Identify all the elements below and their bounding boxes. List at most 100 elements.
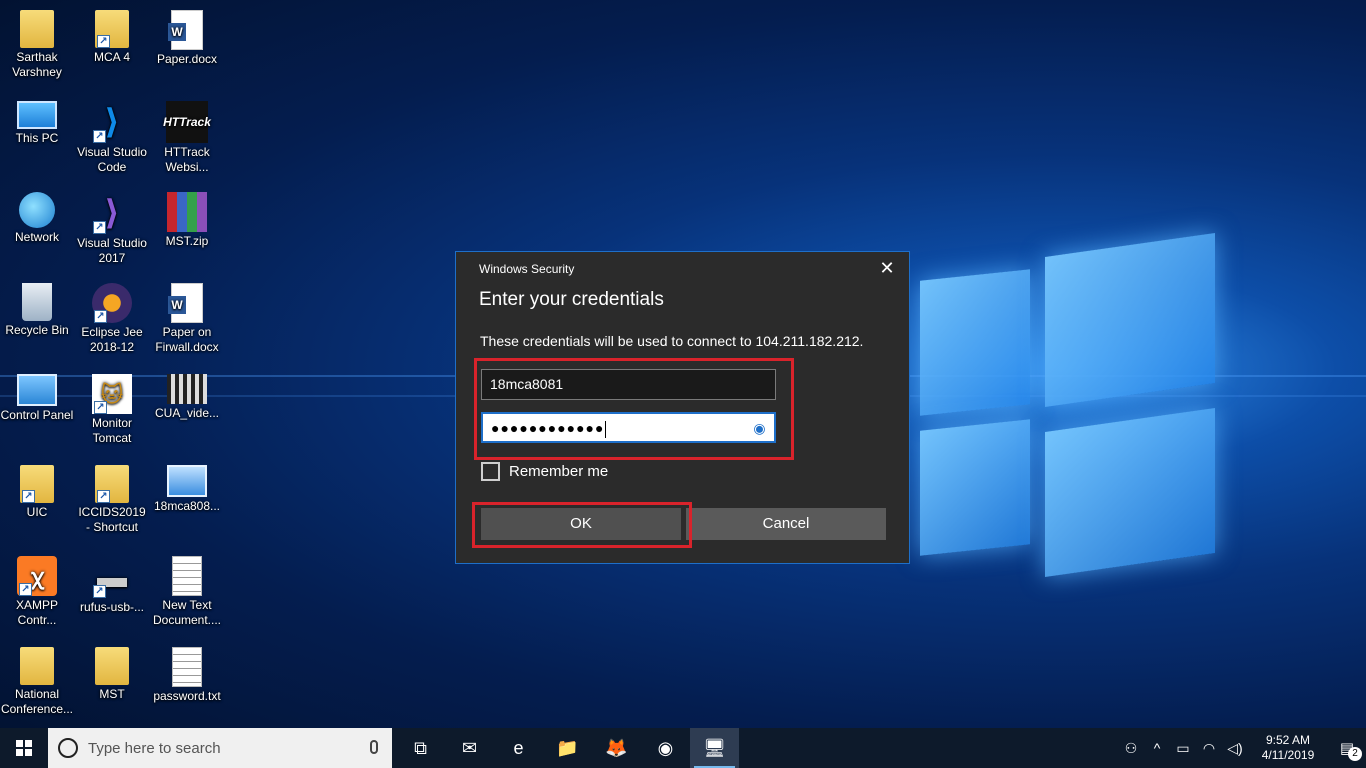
desktop-icon-label: Monitor Tomcat [91, 416, 132, 445]
volume-icon[interactable]: ◁) [1222, 740, 1248, 757]
desktop-icon-label: MST.zip [165, 234, 209, 248]
remember-me-checkbox[interactable] [481, 462, 500, 481]
shortcut-arrow-icon: ↗ [93, 585, 106, 598]
shortcut-arrow-icon: ↗ [93, 221, 106, 234]
shortcut-arrow-icon: ↗ [19, 583, 32, 596]
microphone-icon[interactable] [370, 740, 378, 754]
desktop-icon-label: Control Panel [0, 408, 74, 422]
folder-icon [20, 647, 54, 685]
wifi-icon[interactable]: ◠ [1196, 740, 1222, 757]
visual-studio-icon: ⟩ ↗ [91, 192, 133, 234]
dialog-caption: Windows Security [479, 262, 575, 276]
cancel-button[interactable]: Cancel [686, 508, 886, 540]
desktop-icon-label: rufus-usb-... [79, 600, 145, 614]
remote-desktop-file-icon [167, 465, 207, 497]
desktop-icon-label: Recycle Bin [5, 323, 69, 337]
shortcut-arrow-icon: ↗ [22, 490, 35, 503]
video-file-icon [167, 374, 207, 404]
folder-shortcut-icon: ↗ [95, 10, 129, 48]
action-center-icon[interactable]: ▤ 2 [1328, 739, 1366, 761]
desktop-icon[interactable]: Sarthak Varshney [0, 10, 74, 80]
search-placeholder: Type here to search [88, 739, 221, 757]
show-hidden-icons-chevron-icon[interactable]: ^ [1144, 740, 1170, 756]
desktop-icon[interactable]: password.txt [150, 647, 224, 704]
edge-icon[interactable]: e [494, 728, 543, 768]
start-button[interactable] [0, 728, 48, 768]
httrack-icon: HTTrack [163, 101, 211, 143]
taskbar-search-box[interactable]: Type here to search [48, 728, 392, 768]
remote-desktop-icon[interactable]: 🖥 [690, 728, 739, 768]
desktop-icon-label: Paper on Firwall.docx [155, 325, 219, 354]
username-field[interactable]: 18mca8081 [481, 369, 776, 400]
battery-icon[interactable]: ▭ [1170, 740, 1196, 757]
firefox-icon[interactable]: 🦊 [592, 728, 641, 768]
desktop-icon-label: CUA_vide... [154, 406, 220, 420]
ok-button[interactable]: OK [481, 508, 681, 540]
password-masked-value: ●●●●●●●●●●●● [491, 420, 605, 436]
password-field[interactable]: ●●●●●●●●●●●● ◉ [481, 412, 776, 443]
windows-security-dialog: Windows Security ✕ Enter your credential… [455, 251, 910, 564]
usb-drive-icon: ▬ ↗ [91, 556, 133, 598]
desktop-icon[interactable]: ↗ UIC [0, 465, 74, 520]
clock-time: 9:52 AM [1265, 733, 1311, 747]
desktop-icon[interactable]: New Text Document.... [150, 556, 224, 628]
chrome-icon[interactable]: ◉ [641, 728, 690, 768]
desktop-icon[interactable]: ꭓ ↗ XAMPP Contr... [0, 556, 74, 628]
desktop-icon-label: This PC [15, 131, 59, 145]
desktop-icon[interactable]: ↗ Eclipse Jee 2018-12 [75, 283, 149, 355]
shortcut-arrow-icon: ↗ [94, 401, 107, 414]
tomcat-icon: 🐱 ↗ [92, 374, 132, 414]
word-doc-icon [168, 10, 203, 50]
text-file-icon [172, 647, 202, 687]
clock-date: 4/11/2019 [1261, 748, 1315, 762]
desktop-icon[interactable]: Paper.docx [150, 10, 224, 67]
task-view-icon[interactable]: ⧉ [396, 728, 445, 768]
chrome-folder-shortcut-icon: ↗ [95, 465, 129, 503]
desktop-icon-label: HTTrack Websi... [164, 145, 210, 174]
desktop-icon[interactable]: CUA_vide... [150, 374, 224, 421]
desktop-icon[interactable]: Paper on Firwall.docx [150, 283, 224, 355]
desktop-icon-label: XAMPP Contr... [15, 598, 58, 627]
desktop-icon[interactable]: This PC [0, 101, 74, 146]
desktop-icon-label: Visual Studio Code [77, 145, 147, 174]
close-icon[interactable]: ✕ [877, 258, 897, 278]
reveal-password-eye-icon[interactable]: ◉ [752, 420, 768, 436]
remember-me-option[interactable]: Remember me [481, 462, 608, 481]
mail-icon[interactable]: ✉ [445, 728, 494, 768]
desktop-icon[interactable]: MST [75, 647, 149, 702]
shortcut-arrow-icon: ↗ [97, 490, 110, 503]
desktop-icon[interactable]: 18mca808... [150, 465, 224, 514]
desktop-icon-label: Network [14, 230, 59, 244]
desktop-icon[interactable]: 🐱 ↗ Monitor Tomcat [75, 374, 149, 446]
word-doc-icon [168, 283, 203, 323]
system-tray: ⚇ ^ ▭ ◠ ◁) 9:52 AM 4/11/2019 ▤ 2 [1118, 728, 1366, 768]
notification-count-badge: 2 [1348, 747, 1362, 761]
desktop-icon[interactable]: ⟩ ↗ Visual Studio 2017 [75, 192, 149, 266]
desktop-icon[interactable]: HTTrack HTTrack Websi... [150, 101, 224, 175]
text-file-icon [172, 556, 202, 596]
shortcut-arrow-icon: ↗ [94, 310, 107, 323]
desktop-icon[interactable]: ↗ MCA 4 [75, 10, 149, 65]
shortcut-arrow-icon: ↗ [93, 130, 106, 143]
desktop-icon-label: Sarthak Varshney [12, 50, 62, 79]
clock[interactable]: 9:52 AM 4/11/2019 [1248, 733, 1328, 763]
desktop-icon[interactable]: Recycle Bin [0, 283, 74, 338]
desktop-icon[interactable]: ⟩ ↗ Visual Studio Code [75, 101, 149, 175]
desktop-icon[interactable]: ↗ ICCIDS2019 - Shortcut [75, 465, 149, 535]
folder-icon [95, 647, 129, 685]
desktop-icon-label: 18mca808... [153, 499, 221, 513]
desktop-icon[interactable]: National Conference... [0, 647, 74, 717]
eclipse-icon: ↗ [92, 283, 132, 323]
folder-shortcut-icon: ↗ [20, 465, 54, 503]
desktop-icon[interactable]: Network [0, 192, 74, 245]
windows-start-icon [16, 740, 32, 756]
people-icon[interactable]: ⚇ [1118, 740, 1144, 757]
desktop-icon-label: Eclipse Jee 2018-12 [81, 325, 143, 354]
desktop-icon[interactable]: MST.zip [150, 192, 224, 249]
xampp-icon: ꭓ ↗ [17, 556, 57, 596]
desktop-icon-label: Paper.docx [156, 52, 218, 66]
file-explorer-icon[interactable]: 📁 [543, 728, 592, 768]
desktop-icon[interactable]: ▬ ↗ rufus-usb-... [75, 556, 149, 615]
desktop-icon-label: MST [99, 687, 125, 701]
desktop-icon[interactable]: Control Panel [0, 374, 74, 423]
